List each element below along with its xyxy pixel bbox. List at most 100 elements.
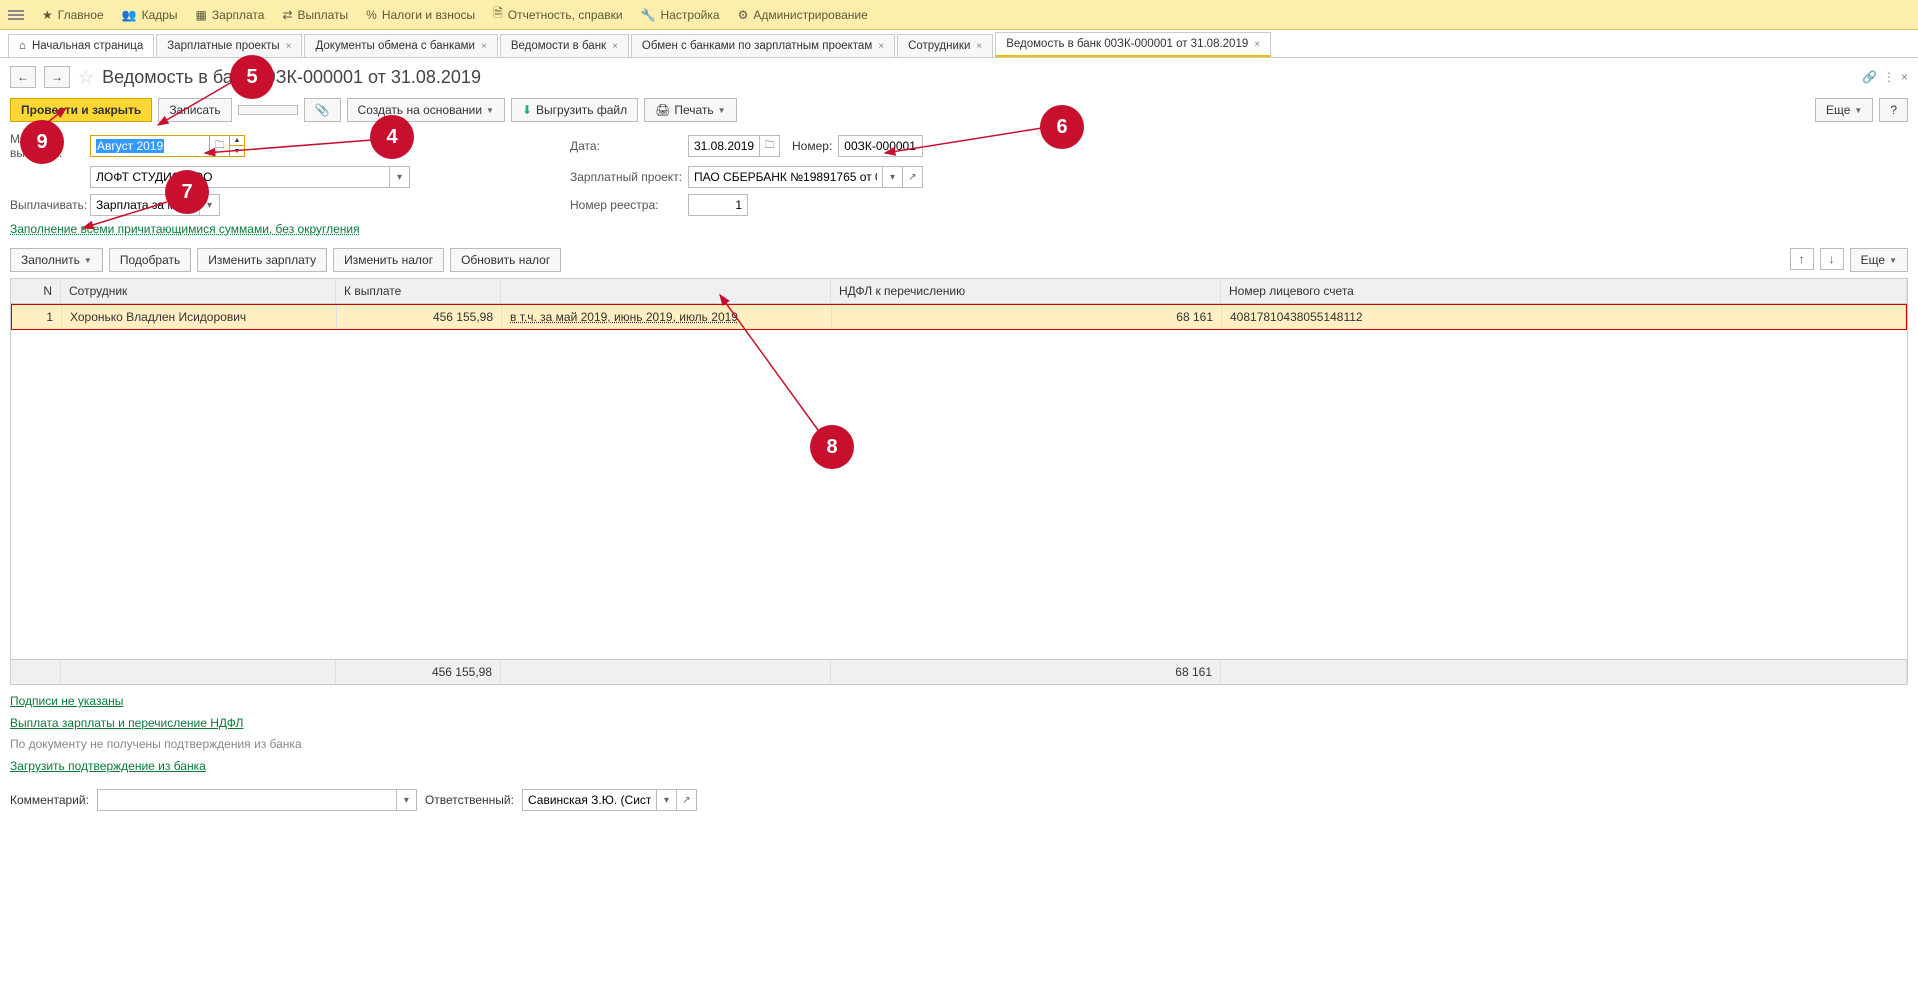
menu-admin[interactable]: ⚙Администрирование — [738, 8, 868, 22]
move-up-button[interactable]: ↑ — [1790, 248, 1814, 270]
star-icon: ★ — [42, 8, 53, 22]
cell-tax: 68 161 — [832, 305, 1222, 329]
form-area: Месяц выплаты: Август 2019 🗀 ▲▼ Дата: 🗀 … — [0, 130, 1918, 244]
dropdown-icon[interactable]: ▾ — [390, 166, 410, 188]
tabs-bar: ⌂Начальная страница Зарплатные проекты× … — [0, 30, 1918, 58]
update-tax-button[interactable]: Обновить налог — [450, 248, 561, 272]
calendar-icon[interactable]: 🗀 — [760, 135, 780, 157]
close-icon[interactable]: × — [286, 41, 292, 52]
menu-taxes[interactable]: %Налоги и взносы — [366, 8, 475, 22]
close-icon[interactable]: × — [481, 41, 487, 52]
move-down-button[interactable]: ↓ — [1820, 248, 1844, 270]
tab-home[interactable]: ⌂Начальная страница — [8, 34, 154, 57]
close-icon[interactable]: × — [1254, 39, 1260, 50]
menu-hr[interactable]: 👥Кадры — [122, 8, 178, 22]
post-button[interactable] — [238, 105, 298, 115]
tab-statements[interactable]: Ведомости в банк× — [500, 34, 629, 57]
kebab-icon[interactable]: ⋮ — [1883, 70, 1895, 84]
close-icon[interactable]: × — [612, 41, 618, 52]
close-icon[interactable]: × — [1901, 70, 1908, 84]
printer-icon: 🖨 — [655, 103, 670, 117]
close-icon[interactable]: × — [878, 41, 884, 52]
cell-acc: 40817810438055148112 — [1222, 305, 1906, 329]
col-detail-header[interactable] — [501, 279, 831, 303]
change-salary-button[interactable]: Изменить зарплату — [197, 248, 327, 272]
grid-body[interactable]: 1 Хоронько Владлен Исидорович 456 155,98… — [11, 304, 1907, 659]
nav-forward-button[interactable]: → — [44, 66, 70, 88]
number-input[interactable] — [838, 135, 923, 157]
cell-detail[interactable]: в т.ч. за май 2019, июнь 2019, июль 2019 — [502, 305, 832, 329]
date-label: Дата: — [570, 139, 688, 153]
signatures-link[interactable]: Подписи не указаны — [10, 694, 123, 708]
reg-input[interactable] — [688, 194, 748, 216]
more-button[interactable]: Еще▼ — [1815, 98, 1873, 122]
attach-button[interactable]: 📎 — [304, 98, 341, 122]
doc-header: ← → ☆ Ведомость в банк 00ЗК-000001 от 31… — [0, 58, 1918, 96]
col-acc-header[interactable]: Номер лицевого счета — [1221, 279, 1907, 303]
org-input[interactable] — [90, 166, 390, 188]
export-file-button[interactable]: ⬇Выгрузить файл — [511, 98, 638, 122]
table-row[interactable]: 1 Хоронько Владлен Исидорович 456 155,98… — [11, 304, 1907, 330]
print-button[interactable]: 🖨Печать▼ — [644, 98, 736, 122]
people-icon: 👥 — [122, 8, 137, 22]
menu-reports[interactable]: 🗎Отчетность, справки — [493, 4, 622, 25]
reg-label: Номер реестра: — [570, 198, 688, 212]
annotation-9: 9 — [20, 120, 64, 164]
nav-back-button[interactable]: ← — [10, 66, 36, 88]
tab-current-doc[interactable]: Ведомость в банк 00ЗК-000001 от 31.08.20… — [995, 32, 1271, 57]
pay-label: Выплачивать: — [10, 198, 90, 212]
create-based-button[interactable]: Создать на основании▼ — [347, 98, 505, 122]
cell-n: 1 — [12, 305, 62, 329]
table-more-button[interactable]: Еще▼ — [1850, 248, 1908, 272]
month-spinner[interactable]: ▲▼ — [230, 135, 245, 157]
col-emp-header[interactable]: Сотрудник — [61, 279, 336, 303]
tab-exchange[interactable]: Обмен с банками по зарплатным проектам× — [631, 34, 895, 57]
open-icon[interactable]: ↗ — [903, 166, 923, 188]
menu-settings[interactable]: 🔧Настройка — [641, 8, 720, 22]
tab-employees[interactable]: Сотрудники× — [897, 34, 993, 57]
fill-button[interactable]: Заполнить▼ — [10, 248, 103, 272]
change-tax-button[interactable]: Изменить налог — [333, 248, 444, 272]
project-input[interactable] — [688, 166, 883, 188]
favorite-icon[interactable]: ☆ — [78, 67, 94, 88]
close-icon[interactable]: × — [976, 41, 982, 52]
col-pay-header[interactable]: К выплате — [336, 279, 501, 303]
calendar-icon[interactable]: 🗀 — [210, 135, 230, 157]
hamburger-icon[interactable] — [8, 10, 24, 20]
cell-emp: Хоронько Владлен Исидорович — [62, 305, 337, 329]
tab-projects[interactable]: Зарплатные проекты× — [156, 34, 302, 57]
comment-label: Комментарий: — [10, 793, 89, 807]
foot-pay: 456 155,98 — [336, 660, 501, 684]
link-icon[interactable]: 🔗 — [1862, 70, 1877, 84]
annotation-4: 4 — [370, 115, 414, 159]
transfer-link[interactable]: Выплата зарплаты и перечисление НДФЛ — [10, 716, 243, 730]
arrows-icon: ⇄ — [282, 8, 292, 22]
page-title: Ведомость в банк 00ЗК-000001 от 31.08.20… — [102, 67, 481, 88]
employee-grid: N Сотрудник К выплате НДФЛ к перечислени… — [10, 278, 1908, 685]
fill-settings-link[interactable]: Заполнение всеми причитающимися суммами,… — [10, 222, 360, 236]
help-button[interactable]: ? — [1879, 98, 1908, 122]
open-icon[interactable]: ↗ — [677, 789, 697, 811]
menu-main[interactable]: ★Главное — [42, 8, 104, 22]
pick-button[interactable]: Подобрать — [109, 248, 191, 272]
save-button[interactable]: Записать — [158, 98, 231, 122]
project-label: Зарплатный проект: — [570, 170, 688, 184]
menu-salary[interactable]: ▦Зарплата — [196, 8, 265, 22]
comment-input[interactable] — [97, 789, 397, 811]
annotation-7: 7 — [165, 170, 209, 214]
post-close-button[interactable]: Провести и закрыть — [10, 98, 152, 122]
grid-header: N Сотрудник К выплате НДФЛ к перечислени… — [11, 279, 1907, 304]
month-input[interactable]: Август 2019 — [90, 135, 210, 157]
date-input[interactable] — [688, 135, 760, 157]
col-tax-header[interactable]: НДФЛ к перечислению — [831, 279, 1221, 303]
responsible-input[interactable] — [522, 789, 657, 811]
top-menu: ★Главное 👥Кадры ▦Зарплата ⇄Выплаты %Нало… — [0, 0, 1918, 30]
menu-payments[interactable]: ⇄Выплаты — [282, 8, 348, 22]
load-confirm-link[interactable]: Загрузить подтверждение из банка — [10, 759, 206, 773]
tab-docs[interactable]: Документы обмена с банками× — [304, 34, 497, 57]
dropdown-icon[interactable]: ▾ — [883, 166, 903, 188]
toolbar: Провести и закрыть Записать 📎 Создать на… — [0, 96, 1918, 130]
col-n-header[interactable]: N — [11, 279, 61, 303]
dropdown-icon[interactable]: ▾ — [397, 789, 417, 811]
dropdown-icon[interactable]: ▾ — [657, 789, 677, 811]
